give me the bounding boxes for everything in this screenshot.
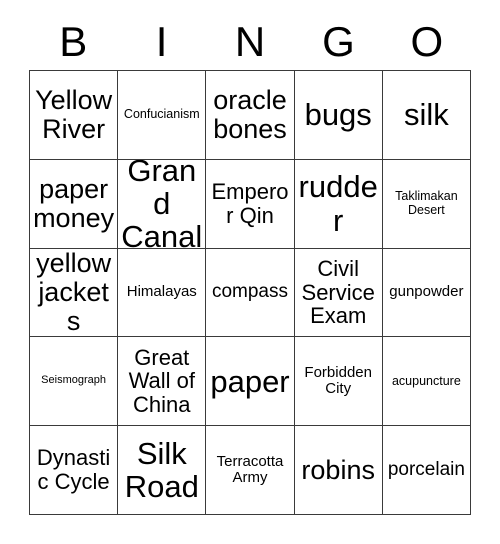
bingo-cell-r5-c5[interactable]: porcelain bbox=[382, 426, 471, 515]
bingo-cell-r2-c1[interactable]: paper money bbox=[30, 159, 119, 249]
bingo-cell-label: Taklimakan Desert bbox=[395, 189, 458, 217]
bingo-cell-r5-c2[interactable]: Silk Road bbox=[118, 426, 207, 515]
bingo-cell-r1-c3[interactable]: oracle bones bbox=[206, 71, 295, 160]
bingo-cell-r1-c5[interactable]: silk bbox=[382, 71, 471, 160]
bingo-cell-label: Terracotta Army bbox=[216, 452, 284, 487]
bingo-cell-r3-c1[interactable]: yellow jackets bbox=[30, 248, 119, 338]
bingo-cell-r5-c1[interactable]: Dynastic Cycle bbox=[30, 426, 119, 515]
bingo-cell-r4-c2[interactable]: Great Wall of China bbox=[118, 337, 207, 427]
header-letter-b: B bbox=[59, 18, 88, 65]
bingo-cell-r1-c4[interactable]: bugs bbox=[294, 71, 383, 160]
bingo-cell-r5-c3[interactable]: Terracotta Army bbox=[206, 426, 295, 515]
bingo-cell-label: Civil Service Exam bbox=[301, 255, 375, 329]
bingo-cell-label: bugs bbox=[304, 97, 372, 133]
bingo-cell-label: Emperor Qin bbox=[211, 178, 289, 228]
bingo-cell-label: gunpowder bbox=[389, 283, 464, 301]
bingo-header-row: B I N G O bbox=[29, 14, 471, 70]
bingo-cell-label: Himalayas bbox=[126, 283, 197, 301]
bingo-cell-r4-c5[interactable]: acupuncture bbox=[382, 337, 471, 427]
bingo-cell-label: paper bbox=[210, 363, 290, 399]
bingo-cell-label: paper money bbox=[33, 173, 115, 233]
bingo-cell-r5-c4[interactable]: robins bbox=[294, 426, 383, 515]
bingo-cell-label: yellow jackets bbox=[36, 248, 112, 337]
bingo-cell-label: Confucianism bbox=[123, 107, 200, 122]
bingo-cell-r4-c3[interactable]: paper bbox=[206, 337, 295, 427]
bingo-cell-label: Grand Canal bbox=[121, 159, 203, 249]
bingo-cell-label: compass bbox=[211, 281, 288, 303]
bingo-cell-r4-c1[interactable]: Seismograph bbox=[30, 337, 119, 427]
bingo-cell-label: silk bbox=[404, 97, 449, 133]
bingo-grid: Yellow River Confucianism oracle bones bugs… bbox=[29, 70, 471, 515]
bingo-cell-r1-c1[interactable]: Yellow River bbox=[30, 71, 119, 160]
header-letter-n: N bbox=[234, 18, 266, 65]
bingo-cell-label: Great Wall of China bbox=[128, 344, 195, 418]
bingo-cell-r3-c3[interactable]: compass bbox=[206, 248, 295, 338]
bingo-cell-r2-c2[interactable]: Grand Canal bbox=[118, 159, 207, 249]
bingo-cell-r3-c5[interactable]: gunpowder bbox=[382, 248, 471, 338]
bingo-cell-label: acupuncture bbox=[391, 373, 461, 388]
bingo-cell-label: Dynastic Cycle bbox=[36, 445, 111, 495]
bingo-card: B I N G O Yellow River Confucianism oracle… bbox=[0, 0, 500, 544]
header-letter-i: I bbox=[155, 18, 168, 65]
bingo-cell-r2-c5[interactable]: Taklimakan Desert bbox=[382, 159, 471, 249]
header-letter-g: G bbox=[322, 18, 355, 65]
header-letter-o: O bbox=[410, 18, 444, 65]
bingo-cell-label: Forbidden City bbox=[304, 364, 372, 398]
bingo-cell-r2-c4[interactable]: rudder bbox=[294, 159, 383, 249]
bingo-cell-label: rudder bbox=[298, 169, 378, 238]
bingo-cell-label: Silk Road bbox=[124, 435, 199, 505]
bingo-cell-label: robins bbox=[301, 454, 375, 485]
bingo-cell-r3-c4[interactable]: Civil Service Exam bbox=[294, 248, 383, 338]
bingo-cell-label: Yellow River bbox=[35, 84, 113, 144]
bingo-cell-r3-c2[interactable]: Himalayas bbox=[118, 248, 207, 338]
bingo-cell-r1-c2[interactable]: Confucianism bbox=[118, 71, 207, 160]
bingo-cell-label: oracle bones bbox=[213, 84, 287, 144]
bingo-cell-label: porcelain bbox=[387, 458, 465, 480]
bingo-cell-r4-c4[interactable]: Forbidden City bbox=[294, 337, 383, 427]
bingo-cell-r2-c3[interactable]: Emperor Qin bbox=[206, 159, 295, 249]
bingo-cell-label: Seismograph bbox=[41, 374, 106, 387]
